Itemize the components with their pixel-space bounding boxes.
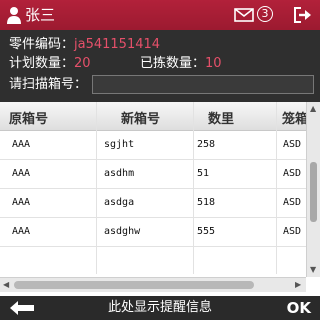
original-box-cell: AAA (12, 197, 31, 208)
box-table: 原箱号 新箱号 数里 笼箱号 AAA sgjht 258 ASD AAA asd… (0, 102, 320, 295)
cage-box-cell: ASD (283, 139, 302, 150)
cage-box-cell: ASD (283, 197, 302, 208)
logout-icon[interactable] (294, 7, 312, 23)
ok-button[interactable]: OK (287, 298, 311, 318)
new-box-cell: asdghw (104, 226, 141, 237)
original-box-cell: AAA (12, 168, 31, 179)
column-header-original-box[interactable]: 原箱号 (9, 108, 48, 127)
scroll-right-arrow-icon[interactable]: ▶ (295, 280, 301, 289)
table-row[interactable]: AAA sgjht 258 ASD (0, 131, 306, 160)
bottom-bar: 此处显示提醒信息 OK (0, 296, 320, 320)
part-code-value: ja541151414 (74, 37, 161, 52)
original-box-cell: AAA (12, 226, 31, 237)
status-message: 此处显示提醒信息 (107, 300, 212, 315)
planned-qty-row: 计划数量：20 (9, 55, 91, 73)
mail-icon[interactable] (234, 8, 254, 22)
table-row[interactable]: AAA asdga 518 ASD (0, 189, 306, 218)
quantity-cell: 518 (197, 197, 216, 208)
cage-box-cell: ASD (283, 168, 302, 179)
table-row[interactable]: AAA asdghw 555 ASD (0, 218, 306, 247)
column-header-quantity[interactable]: 数里 (208, 108, 234, 127)
vertical-scrollbar[interactable]: ▲ ▼ (306, 102, 320, 277)
message-count-badge[interactable]: 3 (257, 6, 273, 22)
new-box-cell: asdga (104, 197, 135, 208)
scan-box-label: 请扫描箱号： (9, 77, 88, 92)
user-name: 张三 (25, 6, 56, 24)
table-row[interactable]: AAA asdhm 51 ASD (0, 160, 306, 189)
original-box-cell: AAA (12, 139, 31, 150)
horizontal-scrollbar[interactable]: ◀ ▶ (0, 277, 306, 292)
top-bar: 张三 3 (0, 0, 320, 30)
part-code-row: 零件编码：ja541151414 (9, 36, 160, 54)
table-body: AAA sgjht 258 ASD AAA asdhm 51 ASD AAA a… (0, 131, 306, 247)
picked-qty-row: 已拣数量：10 (140, 55, 222, 73)
picked-qty-label: 已拣数量： (140, 56, 206, 71)
part-info-panel: 零件编码：ja541151414 计划数量：20 已拣数量：10 请扫描箱号： (0, 30, 320, 102)
user-icon (7, 7, 21, 24)
quantity-cell: 51 (197, 168, 210, 179)
scan-box-input[interactable] (92, 75, 314, 94)
quantity-cell: 555 (197, 226, 216, 237)
picked-qty-value: 10 (205, 56, 222, 71)
cage-box-cell: ASD (283, 226, 302, 237)
quantity-cell: 258 (197, 139, 216, 150)
planned-qty-label: 计划数量： (9, 56, 75, 71)
scroll-up-arrow-icon[interactable]: ▲ (310, 105, 316, 113)
new-box-cell: sgjht (104, 139, 135, 150)
vertical-scroll-thumb[interactable] (310, 162, 317, 222)
column-header-new-box[interactable]: 新箱号 (121, 108, 160, 127)
table-header: 原箱号 新箱号 数里 笼箱号 (0, 102, 320, 131)
horizontal-scroll-thumb[interactable] (14, 281, 254, 289)
new-box-cell: asdhm (104, 168, 135, 179)
scroll-down-arrow-icon[interactable]: ▼ (310, 266, 316, 274)
planned-qty-value: 20 (74, 56, 91, 71)
part-code-label: 零件编码： (9, 37, 75, 52)
scroll-left-arrow-icon[interactable]: ◀ (3, 280, 9, 289)
